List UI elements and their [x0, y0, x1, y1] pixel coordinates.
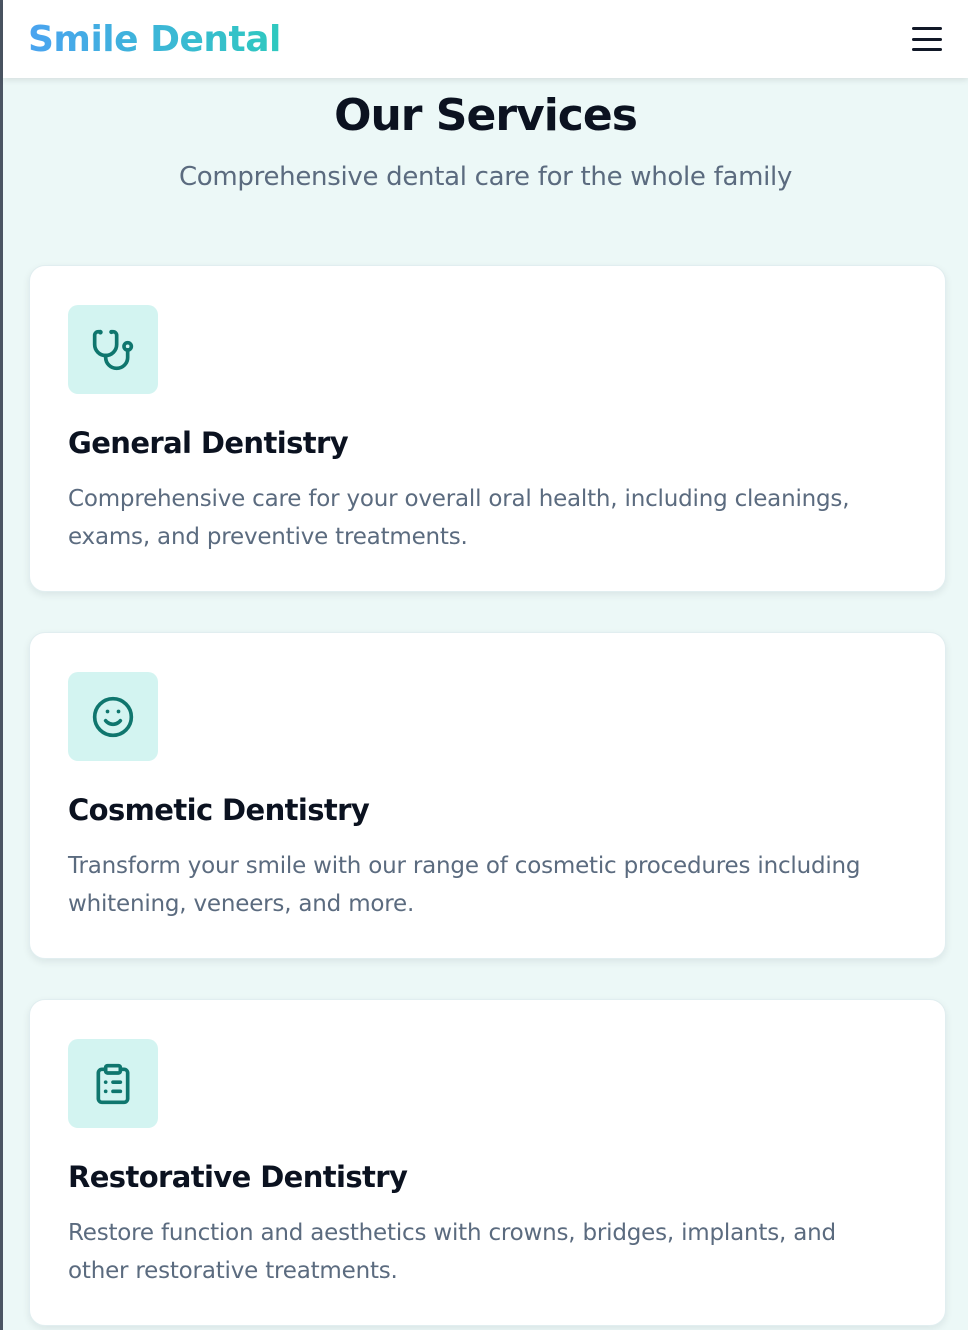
- menu-bar: [912, 37, 942, 41]
- hamburger-menu-icon[interactable]: [912, 27, 942, 51]
- service-card-restorative[interactable]: Restorative Dentistry Restore function a…: [29, 999, 946, 1326]
- service-card-general[interactable]: General Dentistry Comprehensive care for…: [29, 265, 946, 592]
- service-title: Restorative Dentistry: [68, 1160, 408, 1194]
- page-title: Our Services: [334, 90, 638, 141]
- service-icon-box: [68, 305, 158, 394]
- menu-bar: [912, 48, 942, 51]
- smile-icon: [92, 696, 134, 737]
- menu-bar: [912, 27, 942, 30]
- service-description: Restore function and aesthetics with cro…: [68, 1220, 836, 1284]
- brand-logo[interactable]: Smile Dental: [28, 19, 281, 60]
- service-description: Transform your smile with our range of c…: [68, 853, 861, 917]
- service-title: General Dentistry: [68, 426, 349, 460]
- clipboard-list-icon: [96, 1063, 130, 1104]
- service-card-cosmetic[interactable]: Cosmetic Dentistry Transform your smile …: [29, 632, 946, 959]
- navbar: Smile Dental: [3, 0, 968, 78]
- stethoscope-icon: [92, 329, 134, 370]
- page-subtitle: Comprehensive dental care for the whole …: [178, 162, 793, 192]
- service-title: Cosmetic Dentistry: [68, 793, 370, 827]
- service-icon-box: [68, 1039, 158, 1128]
- service-description: Comprehensive care for your overall oral…: [68, 486, 850, 550]
- service-icon-box: [68, 672, 158, 761]
